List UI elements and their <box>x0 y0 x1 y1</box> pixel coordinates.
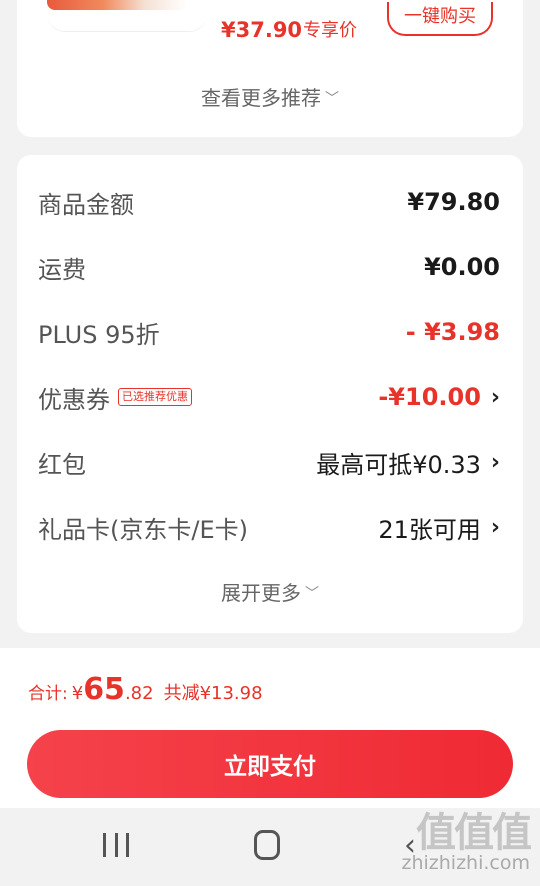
chevron-down-icon: ﹀ <box>305 586 319 602</box>
chevron-down-icon: ﹀ <box>325 91 339 107</box>
plus-discount-label: PLUS 95折 <box>38 320 160 349</box>
coupon-recommended-badge: 已选推荐优惠 <box>118 388 192 406</box>
red-packet-value: 最高可抵¥0.33 <box>316 450 481 479</box>
total-integer: 65 <box>83 672 125 707</box>
red-packet-value-group: 最高可抵¥0.33 › <box>316 445 500 480</box>
home-icon[interactable] <box>254 830 280 860</box>
total-currency: ¥ <box>71 683 84 704</box>
row-shipping: 运费 ¥0.00 <box>38 247 500 287</box>
chevron-right-icon: › <box>490 514 500 540</box>
coupon-label: 优惠券 <box>38 385 110 414</box>
recommendation-card: ¥37.90 专享价 一键购买 查看更多推荐 ﹀ <box>17 0 523 137</box>
chevron-right-icon: › <box>490 449 500 475</box>
pay-area: 立即支付 <box>0 724 540 808</box>
expand-more-button[interactable]: 展开更多 ﹀ <box>17 577 523 606</box>
system-nav-bar: ‹ 值值值 zhizhizhi.com <box>0 808 540 886</box>
gift-card-label: 礼品卡(京东卡/E卡) <box>38 515 248 544</box>
row-plus-discount: PLUS 95折 - ¥3.98 <box>38 312 500 352</box>
recommend-price-tag: 专享价 <box>303 20 357 41</box>
see-more-recommendations[interactable]: 查看更多推荐 ﹀ <box>17 82 523 111</box>
gift-card-value-group: 21张可用 › <box>378 510 500 545</box>
row-red-packet[interactable]: 红包 最高可抵¥0.33 › <box>38 442 500 482</box>
coupon-label-group: 优惠券 已选推荐优惠 <box>38 380 192 415</box>
price-summary-card: 商品金额 ¥79.80 运费 ¥0.00 PLUS 95折 - ¥3.98 优惠… <box>17 155 523 633</box>
total-label: 合计: <box>28 684 68 704</box>
total-decimal: .82 <box>124 683 154 704</box>
chevron-right-icon: › <box>490 384 500 410</box>
goods-amount-label: 商品金额 <box>38 190 134 219</box>
row-coupon[interactable]: 优惠券 已选推荐优惠 -¥10.00 › <box>38 377 500 417</box>
see-more-label: 查看更多推荐 <box>201 86 321 110</box>
recent-apps-icon[interactable] <box>103 833 129 859</box>
product-thumbnail[interactable] <box>47 0 187 10</box>
total-amount: 合计: ¥ 65 .82 共减¥13.98 <box>28 672 263 707</box>
shipping-label: 运费 <box>38 255 86 284</box>
shipping-value: ¥0.00 <box>424 253 500 281</box>
goods-amount-value: ¥79.80 <box>407 188 500 216</box>
one-click-buy-button[interactable]: 一键购买 <box>387 2 493 36</box>
gift-card-value: 21张可用 <box>378 515 481 544</box>
total-saved: 共减¥13.98 <box>163 683 263 704</box>
red-packet-label: 红包 <box>38 450 86 479</box>
watermark-logo: 值值值 <box>416 810 532 856</box>
product-card-edge <box>47 10 207 32</box>
recommend-price: ¥37.90 <box>221 18 303 42</box>
total-bar: 合计: ¥ 65 .82 共减¥13.98 <box>0 648 540 724</box>
plus-discount-value: - ¥3.98 <box>405 318 500 346</box>
pay-now-button[interactable]: 立即支付 <box>27 730 513 798</box>
coupon-value: -¥10.00 <box>378 383 481 411</box>
row-gift-card[interactable]: 礼品卡(京东卡/E卡) 21张可用 › <box>38 507 500 547</box>
row-goods-amount: 商品金额 ¥79.80 <box>38 182 500 222</box>
watermark-site: zhizhizhi.com <box>401 852 530 874</box>
expand-more-label: 展开更多 <box>221 581 301 605</box>
coupon-value-group: -¥10.00 › <box>378 383 500 411</box>
